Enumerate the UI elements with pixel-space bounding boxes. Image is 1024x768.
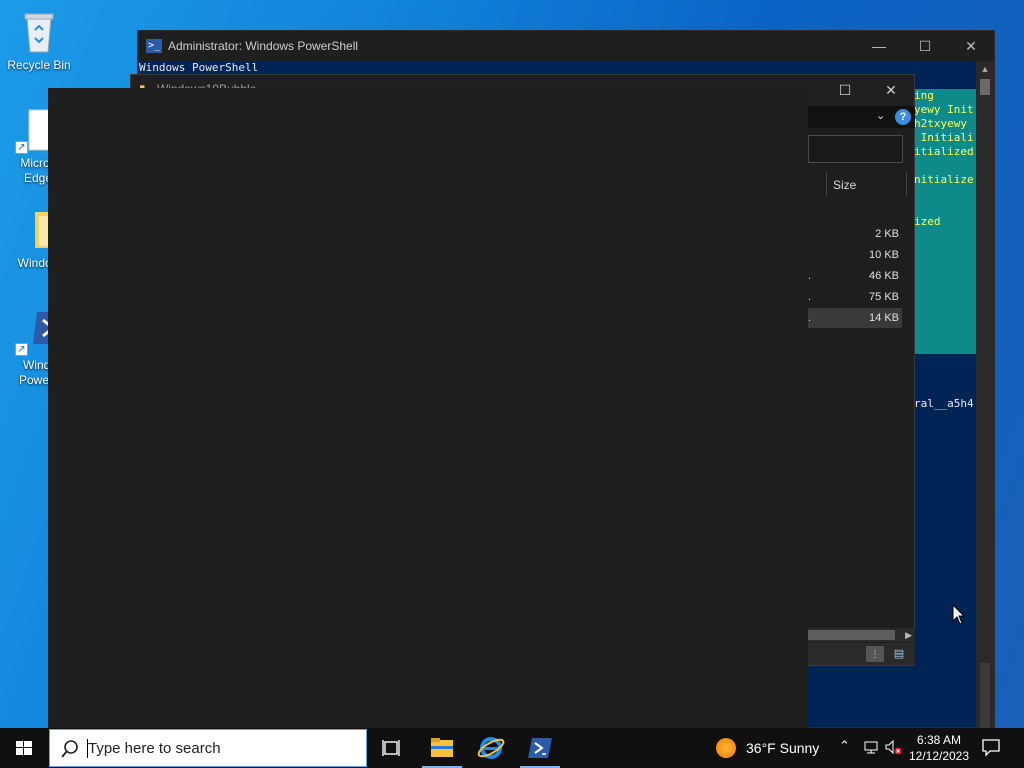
file-size-cell[interactable]: 10 KB (808, 245, 902, 265)
blank-dark-overlay (48, 88, 808, 728)
taskbar-file-explorer[interactable] (418, 728, 466, 768)
window-title: Administrator: Windows PowerShell (168, 39, 359, 53)
task-view-button[interactable] (368, 728, 416, 768)
file-size-cell-selected[interactable]: . 14 KB (808, 308, 902, 328)
help-icon[interactable]: ? (895, 109, 911, 125)
taskbar-powershell[interactable] (516, 728, 564, 768)
taskbar: Type here to search 36°F Sunny ⌃ 6:38 AM… (0, 728, 1024, 768)
search-field[interactable] (808, 135, 903, 163)
ribbon-bar: ⌄ ? (808, 106, 915, 128)
minimize-button[interactable]: — (856, 31, 902, 61)
taskbar-search-box[interactable]: Type here to search (49, 729, 367, 767)
mouse-pointer-icon (952, 603, 966, 629)
desktop-icon-recycle-bin[interactable]: Recycle Bin (0, 8, 78, 73)
details-view-icon[interactable]: ⋮ (866, 646, 884, 662)
notification-icon (982, 739, 1000, 757)
notification-center-button[interactable] (980, 736, 1002, 761)
windows-logo-icon (16, 741, 32, 755)
file-size: 10 KB (869, 249, 899, 261)
sun-icon (716, 738, 736, 758)
file-size-cell[interactable]: . 75 KB (808, 287, 902, 307)
desktop-icon-label: Recycle Bin (7, 58, 71, 72)
file-size: 75 KB (869, 291, 899, 303)
console-line: ing (914, 89, 934, 102)
file-explorer-icon (431, 738, 453, 757)
maximize-button[interactable]: ☐ (902, 31, 948, 61)
system-clock[interactable]: 6:38 AM 12/12/2023 (904, 732, 974, 764)
column-divider[interactable] (826, 172, 827, 196)
clock-time: 6:38 AM (916, 733, 962, 747)
console-line: nitialize (914, 173, 974, 186)
volume-muted-icon[interactable] (884, 738, 902, 759)
clock-date: 12/12/2023 (908, 749, 970, 763)
shortcut-arrow-icon: ↗ (15, 343, 28, 356)
console-line: h2txyewy (914, 117, 967, 130)
file-size: 2 KB (875, 228, 899, 240)
truncated-name: . (808, 312, 812, 324)
start-button[interactable] (0, 728, 48, 768)
maximize-button[interactable]: ☐ (822, 75, 868, 105)
scroll-thumb[interactable] (980, 79, 990, 95)
console-line: yewy Init (914, 103, 974, 116)
console-line: Initiali (914, 131, 974, 144)
console-line: ized (914, 215, 941, 228)
column-divider[interactable] (906, 172, 907, 196)
file-size: 14 KB (869, 312, 899, 324)
scroll-up-arrow-icon[interactable]: ▲ (976, 61, 994, 77)
powershell-titlebar[interactable]: >_ Administrator: Windows PowerShell — ☐… (138, 31, 994, 61)
chevron-down-icon[interactable]: ⌄ (876, 109, 885, 122)
powershell-icon: >_ (146, 39, 162, 53)
weather-widget[interactable]: 36°F Sunny (716, 728, 819, 768)
file-size: 46 KB (869, 270, 899, 282)
powershell-icon (528, 738, 552, 758)
search-icon (61, 740, 78, 758)
show-hidden-icons-chevron-icon[interactable]: ⌃ (839, 738, 850, 754)
vertical-scrollbar[interactable]: ▲ (976, 61, 994, 749)
taskbar-internet-explorer[interactable] (467, 728, 515, 768)
scroll-thumb[interactable] (808, 630, 895, 640)
console-line: Windows PowerShell (139, 61, 259, 74)
scroll-right-arrow-icon[interactable]: ▶ (905, 628, 912, 642)
file-size-cell[interactable]: . 46 KB (808, 266, 902, 286)
network-icon[interactable] (862, 738, 880, 759)
weather-text: 36°F Sunny (746, 740, 820, 756)
internet-explorer-icon (477, 737, 505, 759)
console-line: ral__a5h4 (914, 397, 974, 410)
close-button[interactable]: ✕ (948, 31, 994, 61)
column-header-size[interactable]: Size (833, 178, 856, 192)
recycle-bin-icon (15, 8, 63, 56)
horizontal-scrollbar[interactable]: ▶ (808, 628, 915, 642)
file-size-cell[interactable]: 2 KB (808, 224, 902, 244)
search-placeholder: Type here to search (88, 740, 221, 757)
close-button[interactable]: ✕ (868, 75, 914, 105)
column-header-row: Size (808, 172, 916, 196)
status-bar: ⋮ ▤ (808, 643, 915, 665)
shortcut-arrow-icon: ↗ (15, 141, 28, 154)
truncated-name: . (808, 291, 812, 303)
truncated-name: . (808, 270, 812, 282)
large-icons-view-icon[interactable]: ▤ (890, 646, 908, 662)
task-view-icon (382, 740, 400, 756)
console-line: itialized (914, 145, 974, 158)
